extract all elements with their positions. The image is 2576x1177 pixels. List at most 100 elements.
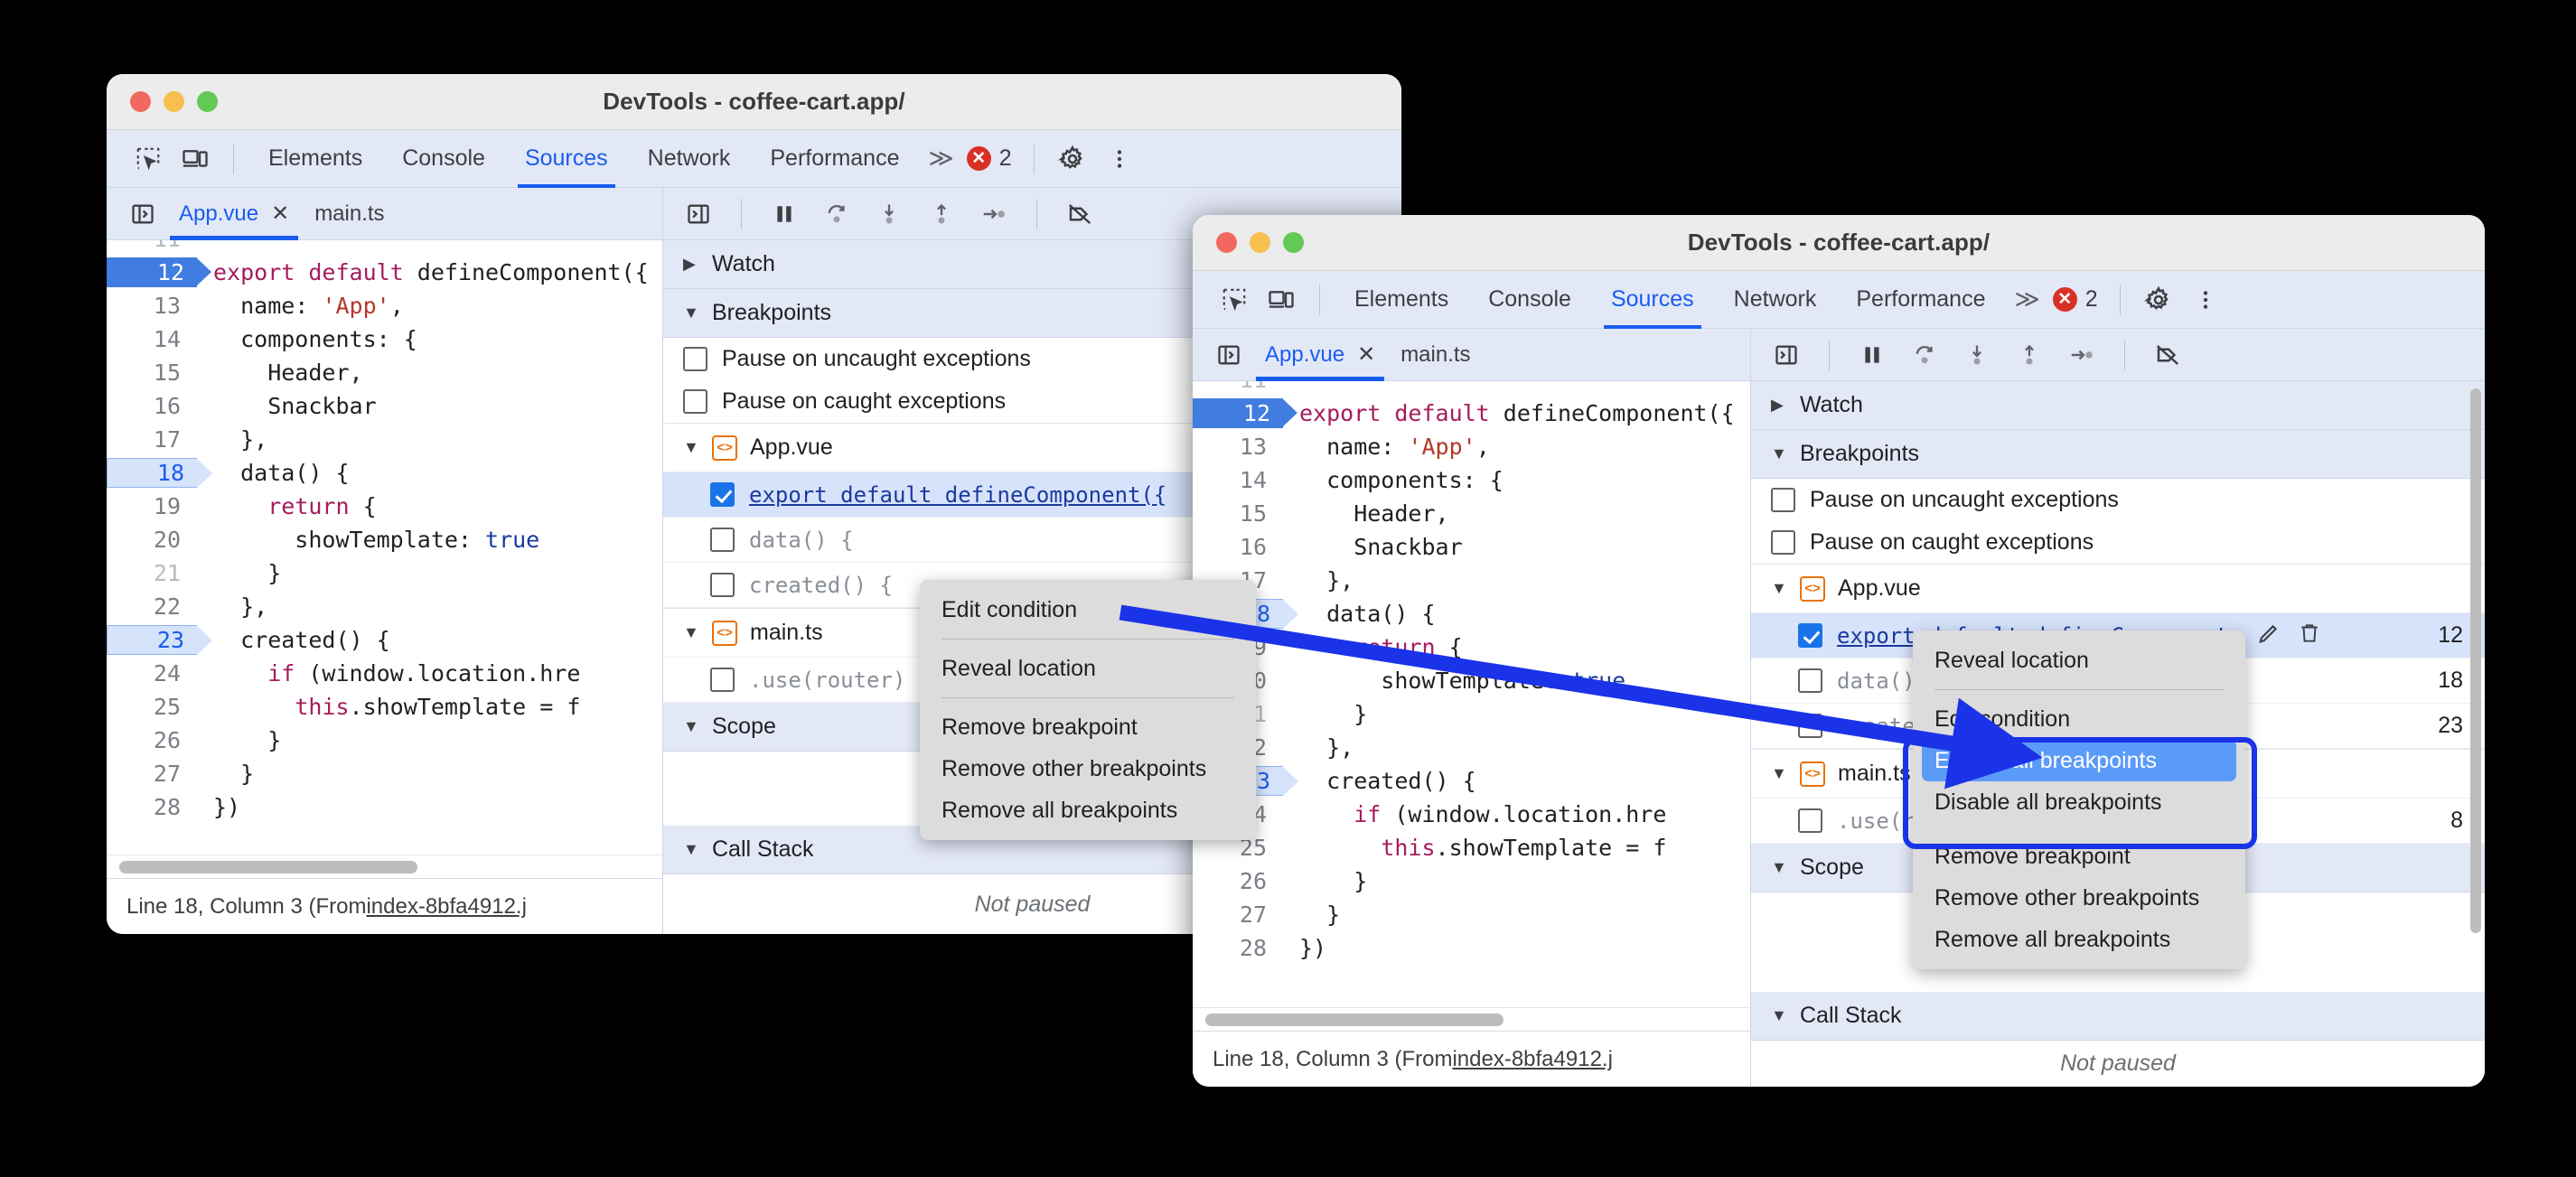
breakpoint-marker[interactable]: 18	[107, 458, 212, 488]
line-number[interactable]: 15	[1193, 497, 1279, 530]
ctx-remove-other-breakpoints[interactable]: Remove other breakpoints	[920, 748, 1256, 789]
code-line[interactable]: 22 },	[107, 590, 662, 623]
breakpoint-checkbox[interactable]	[1798, 623, 1822, 648]
show-navigator-icon[interactable]	[1205, 332, 1252, 378]
line-number[interactable]: 13	[1193, 430, 1279, 463]
devtools-panel-tabbar-back[interactable]: Elements Console Sources Network Perform…	[107, 130, 1401, 188]
code-line[interactable]: 14 components: {	[1193, 463, 1750, 497]
code-line[interactable]: 15 Header,	[1193, 497, 1750, 530]
code-line[interactable]: 25 this.showTemplate = f	[1193, 831, 1750, 864]
ctx-remove-all-breakpoints[interactable]: Remove all breakpoints	[920, 789, 1256, 831]
line-number[interactable]: 28	[1193, 931, 1279, 965]
line-number[interactable]: 20	[107, 523, 193, 556]
code-line[interactable]: 23 created() {	[1193, 764, 1750, 798]
deactivate-breakpoints-icon[interactable]	[1055, 190, 1104, 238]
line-number[interactable]: 16	[107, 389, 193, 423]
breakpoint-checkbox[interactable]	[1798, 668, 1822, 693]
code-line[interactable]: 27 }	[107, 757, 662, 790]
tab-performance[interactable]: Performance	[1836, 271, 2005, 329]
line-number[interactable]: 26	[107, 724, 193, 757]
line-number[interactable]: 14	[1193, 463, 1279, 497]
line-number[interactable]: 24	[107, 657, 193, 690]
line-number[interactable]: 27	[1193, 898, 1279, 931]
file-tab-main-ts[interactable]: main.ts	[302, 188, 397, 240]
debugger-vertical-scrollbar[interactable]	[2470, 388, 2481, 933]
status-source-link[interactable]: index-8bfa4912.j	[366, 894, 526, 920]
minimize-window-button[interactable]	[164, 91, 184, 112]
tab-elements[interactable]: Elements	[1335, 271, 1468, 329]
pencil-icon[interactable]	[2256, 621, 2281, 651]
line-number[interactable]: 25	[107, 690, 193, 724]
maximize-window-button[interactable]	[1283, 232, 1304, 253]
code-line[interactable]: 20 showTemplate: true	[1193, 664, 1750, 697]
section-watch-front[interactable]: ▶ Watch	[1751, 381, 2485, 430]
step-into-icon[interactable]	[1953, 331, 2001, 379]
show-navigator-icon[interactable]	[119, 191, 166, 238]
code-line[interactable]: 27 }	[1193, 898, 1750, 931]
code-line[interactable]: 13 name: 'App',	[107, 289, 662, 322]
breakpoint-context-menu-back[interactable]: Edit condition Reveal location Remove br…	[920, 580, 1256, 840]
breakpoint-marker[interactable]: 12	[107, 257, 211, 287]
file-tabbar-front[interactable]: App.vue ✕ main.ts	[1193, 329, 1750, 381]
gear-icon[interactable]	[2135, 276, 2182, 323]
step-over-icon[interactable]	[1900, 331, 1949, 379]
more-tabs-icon[interactable]: ≫	[919, 145, 959, 173]
tab-console[interactable]: Console	[382, 130, 505, 188]
breakpoint-context-menu-front[interactable]: Reveal location Edit condition Enable al…	[1913, 631, 2245, 969]
bp-group-app-vue-front[interactable]: ▼ <> App.vue	[1751, 565, 2485, 613]
breakpoint-marker[interactable]: 12	[1193, 398, 1297, 428]
code-line[interactable]: 12 export default defineComponent({	[107, 256, 662, 289]
code-editor-front[interactable]: 1112export default defineComponent({13 n…	[1193, 381, 1750, 1031]
line-number[interactable]: 12	[107, 256, 211, 289]
more-tabs-icon[interactable]: ≫	[2005, 285, 2045, 313]
breakpoint-checkbox[interactable]	[1798, 808, 1822, 833]
tab-sources[interactable]: Sources	[1591, 271, 1714, 329]
step-out-icon[interactable]	[917, 190, 966, 238]
inspect-element-icon[interactable]	[1211, 276, 1258, 323]
tab-performance[interactable]: Performance	[750, 130, 919, 188]
tab-network[interactable]: Network	[628, 130, 751, 188]
line-number[interactable]: 14	[107, 322, 193, 356]
inspect-element-icon[interactable]	[125, 135, 172, 182]
code-line[interactable]: 18 data() {	[107, 456, 662, 490]
line-number[interactable]: 18	[107, 456, 212, 490]
code-line[interactable]: 24 if (window.location.hre	[1193, 798, 1750, 831]
line-number[interactable]: 19	[107, 490, 193, 523]
scrollbar-thumb[interactable]	[1205, 1014, 1503, 1026]
traffic-lights-back[interactable]	[107, 91, 218, 112]
ctx-remove-breakpoint[interactable]: Remove breakpoint	[1913, 836, 2245, 877]
line-number[interactable]: 11	[107, 240, 193, 256]
device-toolbar-icon[interactable]	[172, 135, 219, 182]
ctx-reveal-location[interactable]: Reveal location	[920, 648, 1256, 689]
horizontal-scrollbar-back[interactable]	[107, 855, 662, 878]
ctx-remove-other-breakpoints[interactable]: Remove other breakpoints	[1913, 877, 2245, 919]
trash-icon[interactable]	[2298, 621, 2321, 650]
pause-uncaught-checkbox[interactable]	[683, 347, 707, 371]
traffic-lights-front[interactable]	[1193, 232, 1304, 253]
code-line[interactable]: 25 this.showTemplate = f	[107, 690, 662, 724]
line-number[interactable]: 11	[1193, 381, 1279, 397]
pause-caught-checkbox[interactable]	[683, 389, 707, 414]
line-number[interactable]: 12	[1193, 397, 1297, 430]
more-vertical-icon[interactable]	[1096, 135, 1143, 182]
step-out-icon[interactable]	[2005, 331, 2054, 379]
code-line[interactable]: 13 name: 'App',	[1193, 430, 1750, 463]
section-callstack-front[interactable]: ▼ Call Stack	[1751, 992, 2485, 1041]
horizontal-scrollbar-front[interactable]	[1193, 1007, 1750, 1031]
status-source-link[interactable]: index-8bfa4912.j	[1452, 1047, 1612, 1072]
ctx-disable-all-breakpoints[interactable]: Disable all breakpoints	[1913, 781, 2245, 823]
pause-icon[interactable]	[1848, 331, 1897, 379]
step-icon[interactable]	[970, 190, 1018, 238]
debugger-toolbar-front[interactable]	[1751, 329, 2485, 381]
code-line[interactable]: 15 Header,	[107, 356, 662, 389]
more-vertical-icon[interactable]	[2182, 276, 2229, 323]
tab-network[interactable]: Network	[1714, 271, 1837, 329]
ctx-reveal-location[interactable]: Reveal location	[1913, 640, 2245, 681]
file-tabbar-back[interactable]: App.vue ✕ main.ts	[107, 188, 662, 240]
code-line[interactable]: 26 }	[107, 724, 662, 757]
ctx-remove-breakpoint[interactable]: Remove breakpoint	[920, 706, 1256, 748]
tab-sources[interactable]: Sources	[505, 130, 628, 188]
pause-uncaught-row[interactable]: Pause on uncaught exceptions	[1751, 479, 2485, 521]
ctx-edit-condition[interactable]: Edit condition	[920, 589, 1256, 631]
pause-icon[interactable]	[760, 190, 809, 238]
